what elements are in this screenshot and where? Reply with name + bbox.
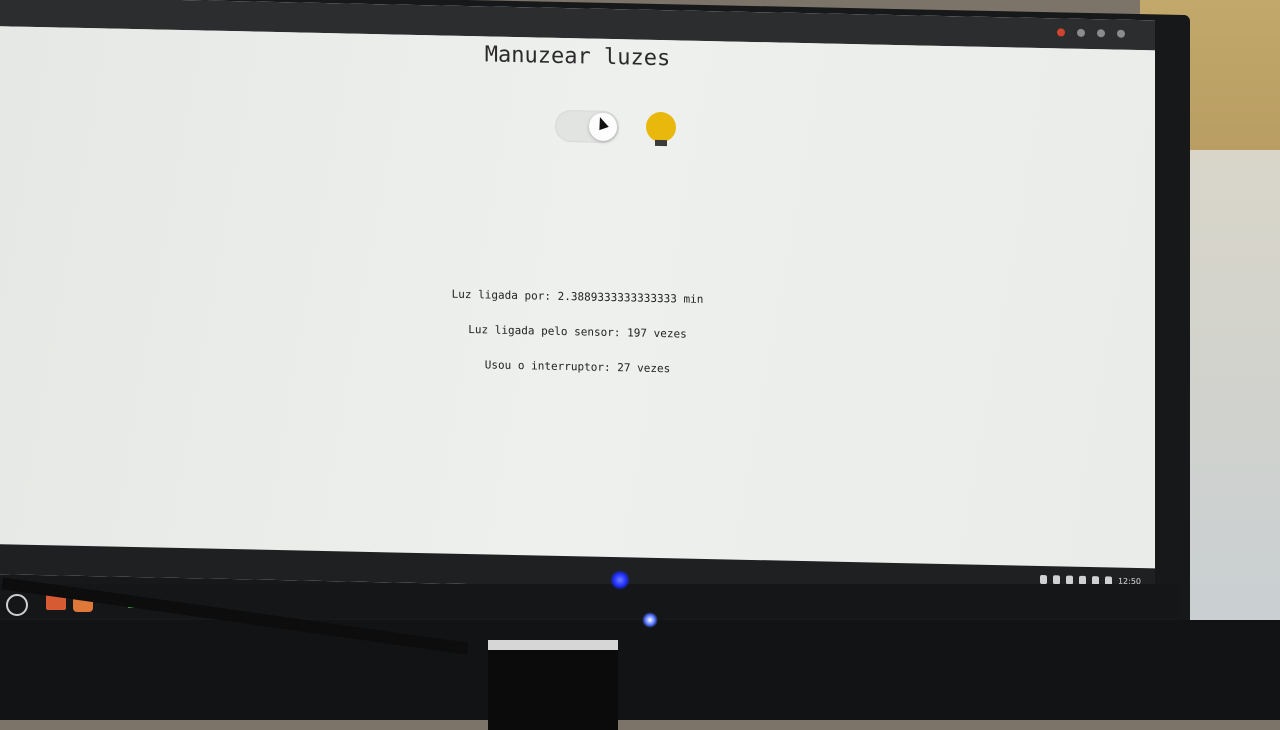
record-icon[interactable] [1057, 28, 1065, 37]
light-on-time-text: Luz ligada por: 2.3889333333333333 min [451, 287, 704, 306]
toggle-knob[interactable] [589, 112, 617, 142]
microcontroller-board [488, 640, 618, 730]
browser-controls [1057, 28, 1125, 38]
bluetooth-icon[interactable] [1039, 574, 1047, 585]
laptop-screen: Manuzear luzes Luz ligada por: 2.3889333… [0, 0, 1155, 599]
switch-count-text: Usou o interruptor: 27 vezes [484, 358, 671, 376]
light-bulb-icon [646, 111, 676, 143]
mint-menu-icon[interactable] [6, 594, 28, 616]
sensor-count-text: Luz ligada pelo sensor: 197 vezes [468, 323, 687, 341]
light-bulb-base [655, 139, 667, 147]
keyboard [0, 620, 1280, 720]
menu-icon[interactable] [1117, 29, 1125, 38]
mouse-cursor-icon [595, 115, 609, 131]
board-led [642, 612, 658, 628]
laptop-bezel: Manuzear luzes Luz ligada por: 2.3889333… [0, 0, 1190, 656]
app-page: Manuzear luzes Luz ligada por: 2.3889333… [0, 26, 1155, 569]
webcam-light [610, 570, 630, 590]
light-toggle-switch[interactable] [555, 109, 619, 144]
extension-icon[interactable] [1077, 28, 1085, 37]
profile-icon[interactable] [1097, 29, 1105, 38]
